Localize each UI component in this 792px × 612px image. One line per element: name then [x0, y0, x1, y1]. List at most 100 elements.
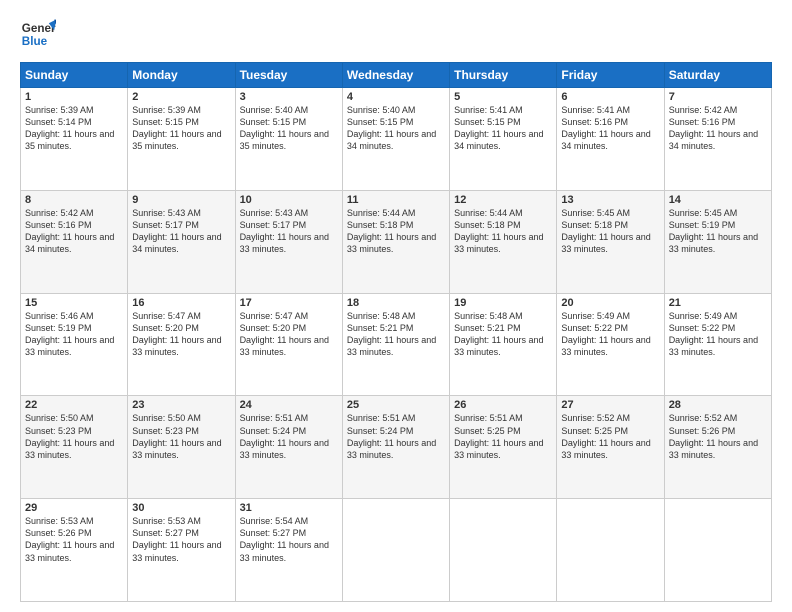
calendar-week-row: 1 Sunrise: 5:39 AM Sunset: 5:14 PM Dayli…: [21, 88, 772, 191]
table-row: 17 Sunrise: 5:47 AM Sunset: 5:20 PM Dayl…: [235, 293, 342, 396]
day-info: Sunrise: 5:42 AM Sunset: 5:16 PM Dayligh…: [669, 104, 767, 153]
sunrise-label: Sunrise: 5:52 AM: [669, 413, 738, 423]
sunset-label: Sunset: 5:15 PM: [347, 117, 414, 127]
sunrise-label: Sunrise: 5:52 AM: [561, 413, 630, 423]
daylight-label: Daylight: 11 hours and 33 minutes.: [240, 232, 329, 254]
day-number: 19: [454, 297, 552, 309]
col-tuesday: Tuesday: [235, 63, 342, 88]
sunset-label: Sunset: 5:23 PM: [132, 426, 199, 436]
day-info: Sunrise: 5:50 AM Sunset: 5:23 PM Dayligh…: [132, 412, 230, 461]
sunrise-label: Sunrise: 5:46 AM: [25, 311, 94, 321]
sunset-label: Sunset: 5:15 PM: [240, 117, 307, 127]
sunrise-label: Sunrise: 5:40 AM: [240, 105, 309, 115]
sunset-label: Sunset: 5:18 PM: [454, 220, 521, 230]
day-number: 25: [347, 399, 445, 411]
day-info: Sunrise: 5:43 AM Sunset: 5:17 PM Dayligh…: [240, 207, 338, 256]
day-info: Sunrise: 5:41 AM Sunset: 5:16 PM Dayligh…: [561, 104, 659, 153]
calendar-week-row: 22 Sunrise: 5:50 AM Sunset: 5:23 PM Dayl…: [21, 396, 772, 499]
daylight-label: Daylight: 11 hours and 33 minutes.: [454, 438, 543, 460]
table-row: 1 Sunrise: 5:39 AM Sunset: 5:14 PM Dayli…: [21, 88, 128, 191]
table-row: 13 Sunrise: 5:45 AM Sunset: 5:18 PM Dayl…: [557, 190, 664, 293]
table-row: 11 Sunrise: 5:44 AM Sunset: 5:18 PM Dayl…: [342, 190, 449, 293]
daylight-label: Daylight: 11 hours and 34 minutes.: [669, 129, 758, 151]
table-row: 18 Sunrise: 5:48 AM Sunset: 5:21 PM Dayl…: [342, 293, 449, 396]
table-row: 29 Sunrise: 5:53 AM Sunset: 5:26 PM Dayl…: [21, 499, 128, 602]
sunrise-label: Sunrise: 5:39 AM: [25, 105, 94, 115]
day-number: 28: [669, 399, 767, 411]
table-row: 20 Sunrise: 5:49 AM Sunset: 5:22 PM Dayl…: [557, 293, 664, 396]
day-info: Sunrise: 5:47 AM Sunset: 5:20 PM Dayligh…: [240, 310, 338, 359]
sunset-label: Sunset: 5:18 PM: [561, 220, 628, 230]
day-info: Sunrise: 5:44 AM Sunset: 5:18 PM Dayligh…: [347, 207, 445, 256]
calendar-week-row: 29 Sunrise: 5:53 AM Sunset: 5:26 PM Dayl…: [21, 499, 772, 602]
sunrise-label: Sunrise: 5:44 AM: [454, 208, 523, 218]
day-number: 21: [669, 297, 767, 309]
day-info: Sunrise: 5:52 AM Sunset: 5:25 PM Dayligh…: [561, 412, 659, 461]
daylight-label: Daylight: 11 hours and 33 minutes.: [25, 540, 114, 562]
table-row: 23 Sunrise: 5:50 AM Sunset: 5:23 PM Dayl…: [128, 396, 235, 499]
table-row: 5 Sunrise: 5:41 AM Sunset: 5:15 PM Dayli…: [450, 88, 557, 191]
daylight-label: Daylight: 11 hours and 34 minutes.: [132, 232, 221, 254]
table-row: 21 Sunrise: 5:49 AM Sunset: 5:22 PM Dayl…: [664, 293, 771, 396]
sunset-label: Sunset: 5:14 PM: [25, 117, 92, 127]
sunset-label: Sunset: 5:27 PM: [132, 528, 199, 538]
sunset-label: Sunset: 5:21 PM: [454, 323, 521, 333]
col-saturday: Saturday: [664, 63, 771, 88]
sunrise-label: Sunrise: 5:44 AM: [347, 208, 416, 218]
sunset-label: Sunset: 5:26 PM: [25, 528, 92, 538]
day-number: 10: [240, 194, 338, 206]
table-row: 15 Sunrise: 5:46 AM Sunset: 5:19 PM Dayl…: [21, 293, 128, 396]
daylight-label: Daylight: 11 hours and 33 minutes.: [669, 335, 758, 357]
day-number: 20: [561, 297, 659, 309]
sunset-label: Sunset: 5:23 PM: [25, 426, 92, 436]
day-number: 4: [347, 91, 445, 103]
day-info: Sunrise: 5:40 AM Sunset: 5:15 PM Dayligh…: [240, 104, 338, 153]
daylight-label: Daylight: 11 hours and 33 minutes.: [25, 438, 114, 460]
sunrise-label: Sunrise: 5:48 AM: [454, 311, 523, 321]
daylight-label: Daylight: 11 hours and 33 minutes.: [347, 438, 436, 460]
day-number: 14: [669, 194, 767, 206]
calendar-week-row: 8 Sunrise: 5:42 AM Sunset: 5:16 PM Dayli…: [21, 190, 772, 293]
table-row: 31 Sunrise: 5:54 AM Sunset: 5:27 PM Dayl…: [235, 499, 342, 602]
sunrise-label: Sunrise: 5:40 AM: [347, 105, 416, 115]
day-info: Sunrise: 5:48 AM Sunset: 5:21 PM Dayligh…: [347, 310, 445, 359]
sunset-label: Sunset: 5:20 PM: [132, 323, 199, 333]
daylight-label: Daylight: 11 hours and 33 minutes.: [25, 335, 114, 357]
sunset-label: Sunset: 5:19 PM: [25, 323, 92, 333]
day-number: 18: [347, 297, 445, 309]
day-number: 23: [132, 399, 230, 411]
day-info: Sunrise: 5:43 AM Sunset: 5:17 PM Dayligh…: [132, 207, 230, 256]
daylight-label: Daylight: 11 hours and 33 minutes.: [347, 335, 436, 357]
sunrise-label: Sunrise: 5:39 AM: [132, 105, 201, 115]
sunset-label: Sunset: 5:15 PM: [454, 117, 521, 127]
table-row: 28 Sunrise: 5:52 AM Sunset: 5:26 PM Dayl…: [664, 396, 771, 499]
calendar-week-row: 15 Sunrise: 5:46 AM Sunset: 5:19 PM Dayl…: [21, 293, 772, 396]
daylight-label: Daylight: 11 hours and 33 minutes.: [240, 335, 329, 357]
daylight-label: Daylight: 11 hours and 33 minutes.: [454, 232, 543, 254]
table-row: 10 Sunrise: 5:43 AM Sunset: 5:17 PM Dayl…: [235, 190, 342, 293]
sunset-label: Sunset: 5:24 PM: [240, 426, 307, 436]
sunrise-label: Sunrise: 5:47 AM: [132, 311, 201, 321]
day-info: Sunrise: 5:52 AM Sunset: 5:26 PM Dayligh…: [669, 412, 767, 461]
table-row: 6 Sunrise: 5:41 AM Sunset: 5:16 PM Dayli…: [557, 88, 664, 191]
table-row: 3 Sunrise: 5:40 AM Sunset: 5:15 PM Dayli…: [235, 88, 342, 191]
sunset-label: Sunset: 5:22 PM: [561, 323, 628, 333]
day-info: Sunrise: 5:51 AM Sunset: 5:24 PM Dayligh…: [240, 412, 338, 461]
table-row: 9 Sunrise: 5:43 AM Sunset: 5:17 PM Dayli…: [128, 190, 235, 293]
day-number: 8: [25, 194, 123, 206]
day-number: 27: [561, 399, 659, 411]
day-number: 1: [25, 91, 123, 103]
sunrise-label: Sunrise: 5:49 AM: [669, 311, 738, 321]
daylight-label: Daylight: 11 hours and 33 minutes.: [240, 540, 329, 562]
sunset-label: Sunset: 5:26 PM: [669, 426, 736, 436]
sunrise-label: Sunrise: 5:47 AM: [240, 311, 309, 321]
col-friday: Friday: [557, 63, 664, 88]
sunrise-label: Sunrise: 5:43 AM: [240, 208, 309, 218]
day-number: 31: [240, 502, 338, 514]
table-row: 26 Sunrise: 5:51 AM Sunset: 5:25 PM Dayl…: [450, 396, 557, 499]
day-info: Sunrise: 5:49 AM Sunset: 5:22 PM Dayligh…: [561, 310, 659, 359]
sunset-label: Sunset: 5:19 PM: [669, 220, 736, 230]
table-row: 2 Sunrise: 5:39 AM Sunset: 5:15 PM Dayli…: [128, 88, 235, 191]
daylight-label: Daylight: 11 hours and 33 minutes.: [347, 232, 436, 254]
sunrise-label: Sunrise: 5:42 AM: [669, 105, 738, 115]
